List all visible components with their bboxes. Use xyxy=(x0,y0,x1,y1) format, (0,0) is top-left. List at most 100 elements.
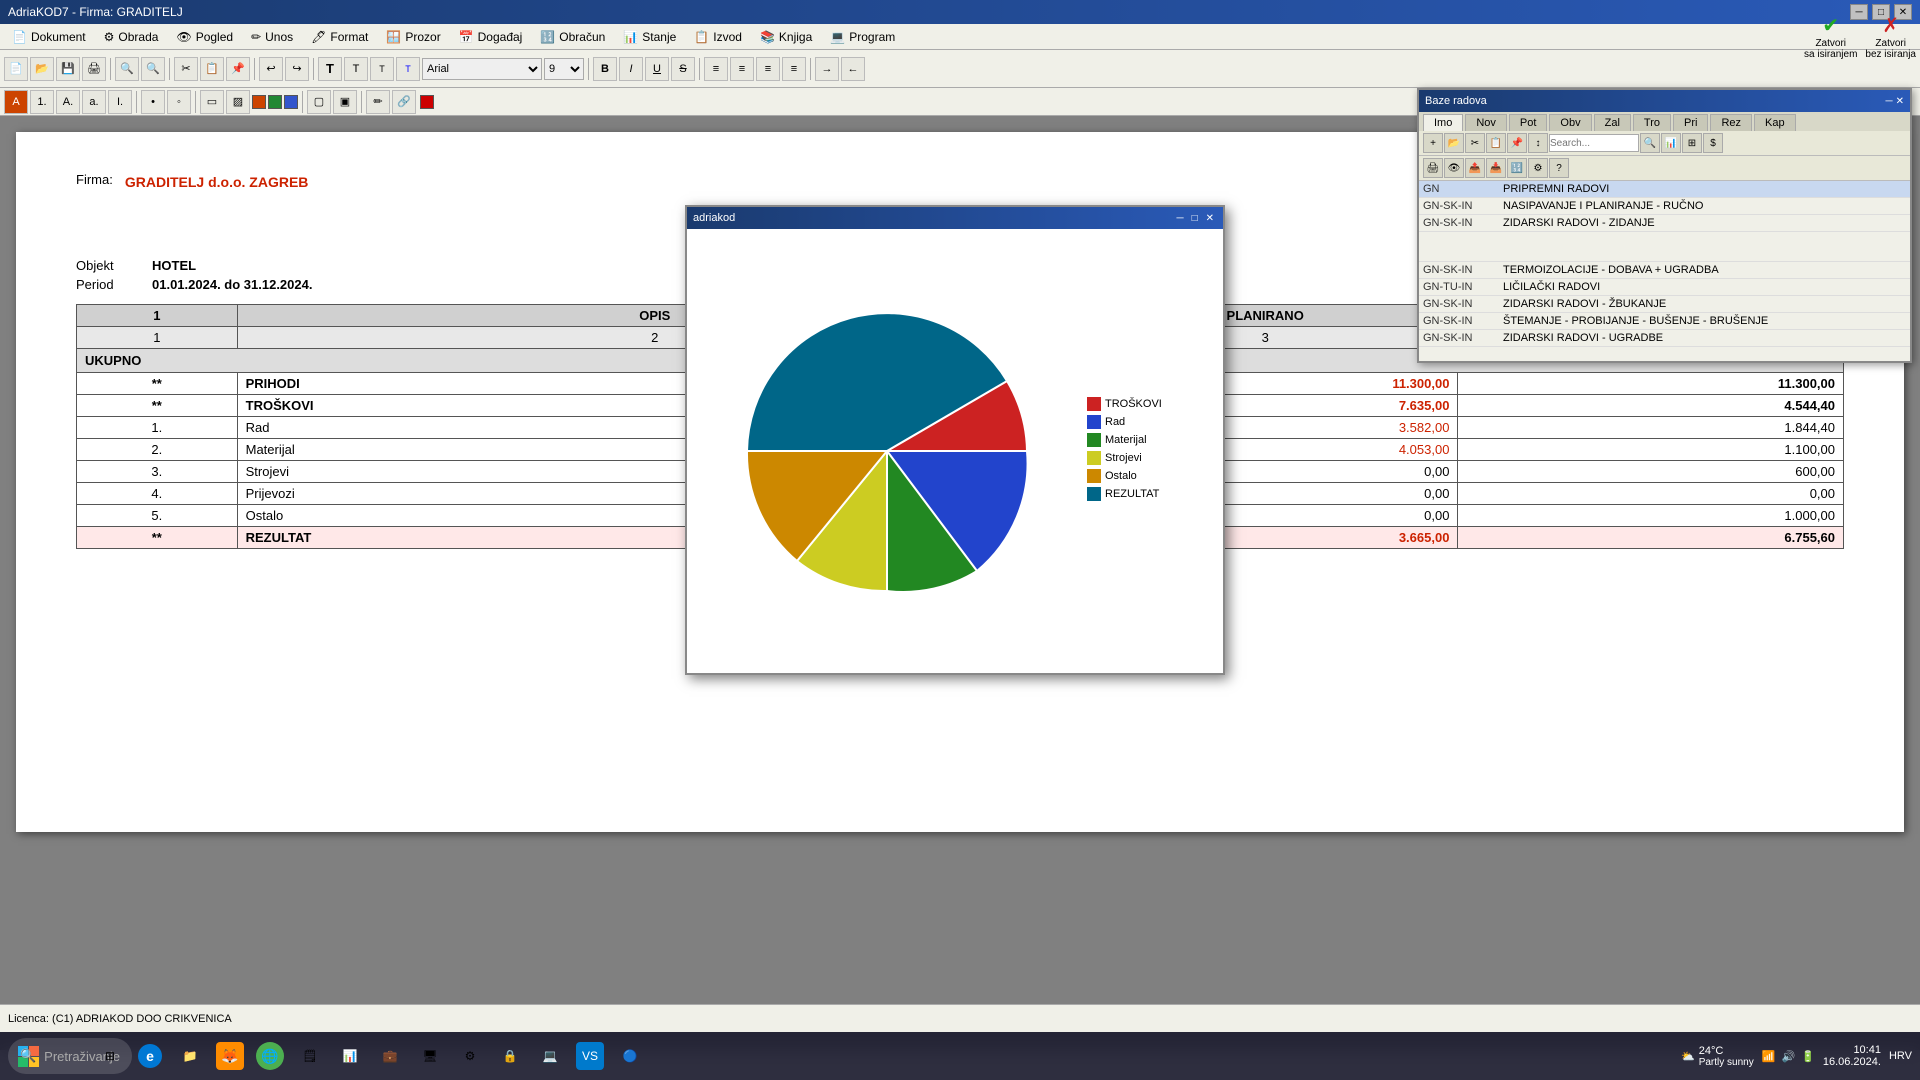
undo-btn[interactable]: ↩ xyxy=(259,57,283,81)
tab-pot[interactable]: Pot xyxy=(1509,114,1548,131)
cut-btn[interactable]: ✂ xyxy=(174,57,198,81)
font-T1-btn[interactable]: T xyxy=(318,57,342,81)
app-icon-9[interactable]: 🔵 xyxy=(612,1038,648,1074)
format-frame-btn[interactable]: ▢ xyxy=(307,90,331,114)
list-item[interactable]: GN-SK-IN ŠTEMANJE - PROBIJANJE - BUŠENJE… xyxy=(1419,313,1910,330)
list-item[interactable]: GN-SK-IN ZIDARSKI RADOVI - ZIDANJE xyxy=(1419,215,1910,232)
baze-minimize[interactable]: ─ xyxy=(1886,96,1893,107)
app-icon-2[interactable]: 🌐 xyxy=(252,1038,288,1074)
chart-maximize[interactable]: □ xyxy=(1189,213,1201,224)
format-frame2-btn[interactable]: ▣ xyxy=(333,90,357,114)
strikethrough-btn[interactable]: S xyxy=(671,57,695,81)
baze-calc-btn[interactable]: 🔢 xyxy=(1507,158,1527,178)
menu-program[interactable]: 💻 Program xyxy=(822,26,903,48)
copy-btn[interactable]: 📋 xyxy=(200,57,224,81)
tab-pri[interactable]: Pri xyxy=(1673,114,1708,131)
app-icon-8[interactable]: 🔒 xyxy=(492,1038,528,1074)
tab-kap[interactable]: Kap xyxy=(1754,114,1796,131)
tab-zal[interactable]: Zal xyxy=(1594,114,1631,131)
chart-minimize[interactable]: ─ xyxy=(1173,213,1186,224)
baze-chart-btn[interactable]: 📊 xyxy=(1661,133,1681,153)
file-explorer-icon[interactable]: 📁 xyxy=(172,1038,208,1074)
list-item[interactable]: GN PRIPREMNI RADOVI xyxy=(1419,181,1910,198)
vscode-icon[interactable]: VS xyxy=(572,1038,608,1074)
task-view-button[interactable]: ⊞ xyxy=(92,1038,128,1074)
paste-btn[interactable]: 📌 xyxy=(226,57,250,81)
terminal-icon[interactable]: 💻 xyxy=(532,1038,568,1074)
format-list2-btn[interactable]: ◦ xyxy=(167,90,191,114)
italic-btn[interactable]: I xyxy=(619,57,643,81)
baze-settings-btn[interactable]: ⚙ xyxy=(1528,158,1548,178)
outdent-btn[interactable]: ← xyxy=(841,57,865,81)
align-right-btn[interactable]: ≡ xyxy=(756,57,780,81)
baze-close[interactable]: ✕ xyxy=(1896,96,1904,107)
menu-pogled[interactable]: 👁 Pogled xyxy=(168,26,241,48)
list-item[interactable]: GN-SK-IN TERMOIZOLACIJE - DOBAVA + UGRAD… xyxy=(1419,262,1910,279)
list-item[interactable]: GN-SK-IN NASIPAVANJE I PLANIRANJE - RUČN… xyxy=(1419,198,1910,215)
baze-copy-btn[interactable]: 📋 xyxy=(1486,133,1506,153)
format-num1-btn[interactable]: 1. xyxy=(30,90,54,114)
format-list-btn[interactable]: • xyxy=(141,90,165,114)
tab-tro[interactable]: Tro xyxy=(1633,114,1671,131)
baze-import-btn[interactable]: 📥 xyxy=(1486,158,1506,178)
format-border-btn[interactable]: ▭ xyxy=(200,90,224,114)
edge-browser-icon[interactable]: e xyxy=(132,1038,168,1074)
app-icon-7[interactable]: ⚙ xyxy=(452,1038,488,1074)
save-with-print-button[interactable]: ✔ Zatvorisa isiranjem xyxy=(1804,13,1857,60)
indent-btn[interactable]: → xyxy=(815,57,839,81)
menu-format[interactable]: 🖊 Format xyxy=(303,26,376,48)
app-icon-5[interactable]: 💼 xyxy=(372,1038,408,1074)
menu-prozor[interactable]: 🪟 Prozor xyxy=(378,26,448,48)
format-color2-btn[interactable] xyxy=(268,95,282,109)
app-icon-1[interactable]: 🦊 xyxy=(212,1038,248,1074)
baze-search-input[interactable] xyxy=(1549,134,1639,152)
baze-print-btn[interactable]: 🖨 xyxy=(1423,158,1443,178)
list-item[interactable]: GN-SK-IN ZIDARSKI RADOVI - ŽBUKANJE xyxy=(1419,296,1910,313)
app-icon-6[interactable]: 🖥 xyxy=(412,1038,448,1074)
baze-table-btn[interactable]: ⊞ xyxy=(1682,133,1702,153)
tab-rez[interactable]: Rez xyxy=(1710,114,1752,131)
baze-cut-btn[interactable]: ✂ xyxy=(1465,133,1485,153)
print-btn[interactable]: 🖨 xyxy=(82,57,106,81)
format-numi-btn[interactable]: I. xyxy=(108,90,132,114)
font-T2-btn[interactable]: T xyxy=(344,57,368,81)
format-shade-btn[interactable]: ▨ xyxy=(226,90,250,114)
baze-preview-btn[interactable]: 👁 xyxy=(1444,158,1464,178)
align-center-btn[interactable]: ≡ xyxy=(730,57,754,81)
format-color3-btn[interactable] xyxy=(284,95,298,109)
menu-izvod[interactable]: 📋 Izvod xyxy=(686,26,750,48)
list-item[interactable]: GN-SK-IN ZIDARSKI RADOVI - UGRADBE xyxy=(1419,330,1910,347)
baze-export-btn[interactable]: 📤 xyxy=(1465,158,1485,178)
format-link-btn[interactable]: 🔗 xyxy=(392,90,416,114)
align-left-btn[interactable]: ≡ xyxy=(704,57,728,81)
baze-money-btn[interactable]: $ xyxy=(1703,133,1723,153)
menu-unos[interactable]: ✏ Unos xyxy=(243,26,301,48)
app-icon-3[interactable]: 🗒 xyxy=(292,1038,328,1074)
format-color-btn[interactable]: A xyxy=(4,90,28,114)
baze-new-btn[interactable]: + xyxy=(1423,133,1443,153)
baze-paste-btn[interactable]: 📌 xyxy=(1507,133,1527,153)
align-justify-btn[interactable]: ≡ xyxy=(782,57,806,81)
save-without-print-button[interactable]: ✗ Zatvoribez isiranja xyxy=(1865,13,1916,60)
bold-btn[interactable]: B xyxy=(593,57,617,81)
baze-search-btn[interactable]: 🔍 xyxy=(1640,133,1660,153)
format-color1-btn[interactable] xyxy=(252,95,266,109)
format-numA-btn[interactable]: A. xyxy=(56,90,80,114)
baze-open-btn[interactable]: 📂 xyxy=(1444,133,1464,153)
app-icon-4[interactable]: 📊 xyxy=(332,1038,368,1074)
baze-help-btn[interactable]: ? xyxy=(1549,158,1569,178)
redo-btn[interactable]: ↪ xyxy=(285,57,309,81)
menu-dokument[interactable]: 📄 Dokument xyxy=(4,26,94,48)
zoom-out-btn[interactable]: 🔍 xyxy=(141,57,165,81)
menu-dogadaj[interactable]: 📅 Događaj xyxy=(451,26,531,48)
tab-nov[interactable]: Nov xyxy=(1465,114,1507,131)
font-T4-btn[interactable]: T xyxy=(396,57,420,81)
chart-close[interactable]: ✕ xyxy=(1203,213,1217,224)
baze-sort-btn[interactable]: ↕ xyxy=(1528,133,1548,153)
open-btn[interactable]: 📂 xyxy=(30,57,54,81)
tab-obv[interactable]: Obv xyxy=(1549,114,1591,131)
save-btn[interactable]: 💾 xyxy=(56,57,80,81)
menu-knjiga[interactable]: 📚 Knjiga xyxy=(752,26,820,48)
font-size-select[interactable]: 9 xyxy=(544,58,584,80)
font-name-select[interactable]: Arial xyxy=(422,58,542,80)
